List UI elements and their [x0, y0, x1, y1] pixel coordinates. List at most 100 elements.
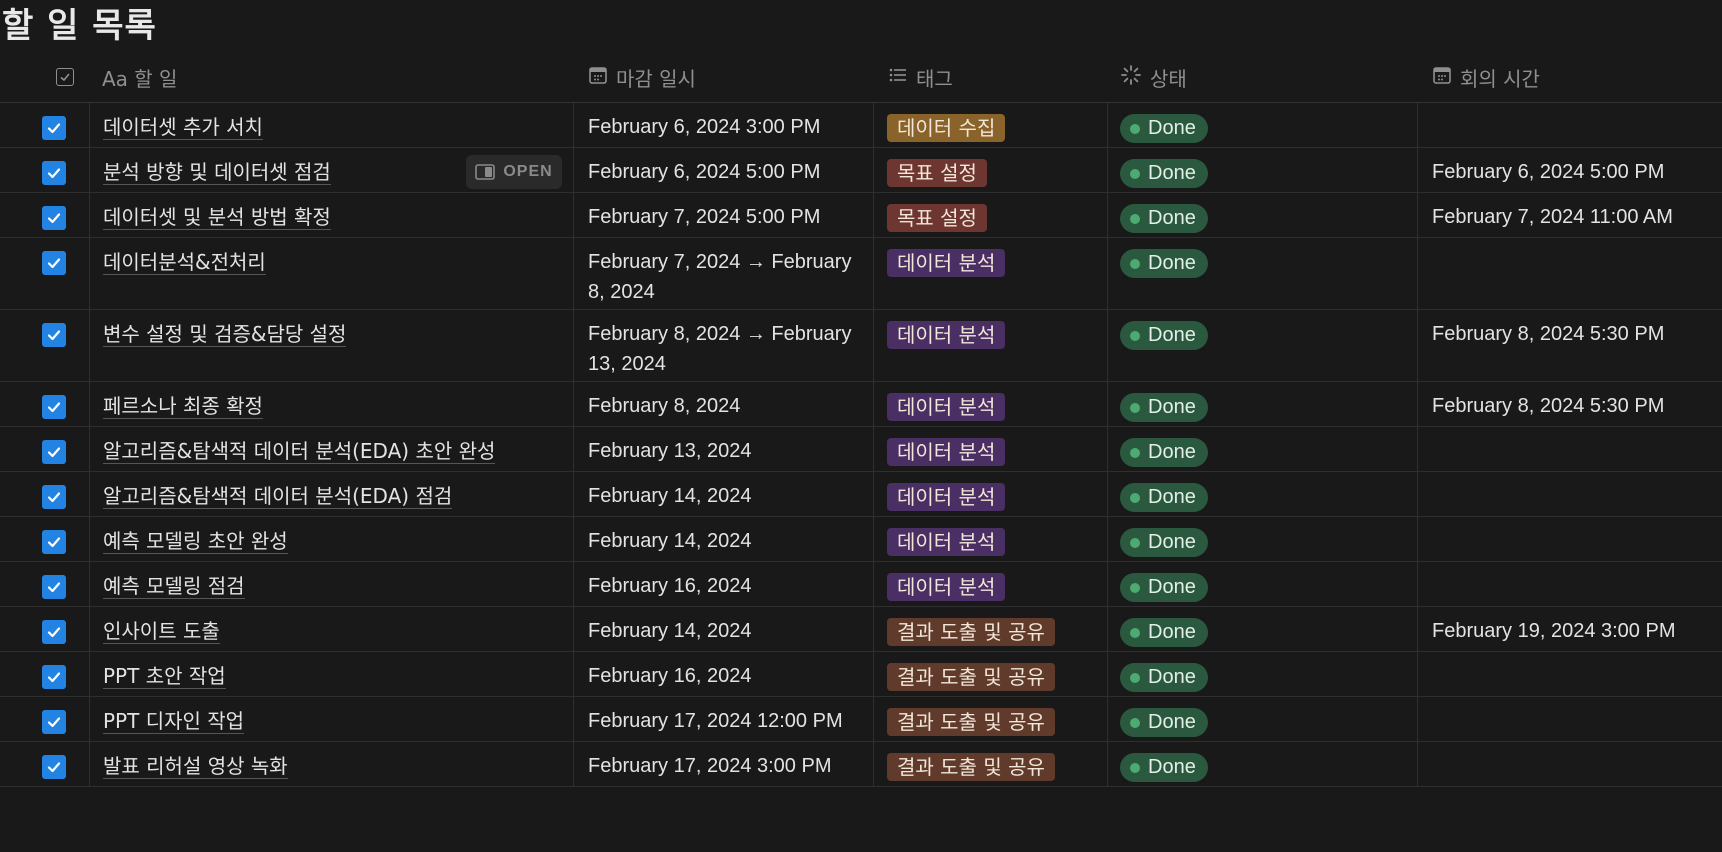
done-checkbox[interactable] [42, 116, 66, 140]
done-checkbox[interactable] [42, 485, 66, 509]
task-name[interactable]: 변수 설정 및 검증&담당 설정 [103, 322, 347, 347]
done-checkbox[interactable] [42, 710, 66, 734]
task-name[interactable]: 발표 리허설 영상 녹화 [103, 754, 288, 779]
task-name[interactable]: 데이터분석&전처리 [103, 250, 266, 275]
task-name[interactable]: 예측 모델링 초안 완성 [103, 529, 288, 554]
header-name[interactable]: Aa 할 일 [90, 52, 574, 102]
task-name[interactable]: 인사이트 도출 [103, 619, 220, 644]
due-date-cell[interactable]: February 13, 2024 [574, 427, 874, 471]
tag-cell[interactable]: 데이터 분석 [874, 472, 1108, 516]
meeting-time-cell[interactable] [1418, 742, 1722, 786]
status-cell[interactable]: Done [1108, 697, 1418, 741]
task-name-cell[interactable]: 예측 모델링 점검 [90, 562, 574, 606]
meeting-time-cell[interactable] [1418, 697, 1722, 741]
status-cell[interactable]: Done [1108, 742, 1418, 786]
done-checkbox[interactable] [42, 440, 66, 464]
tag-cell[interactable]: 데이터 분석 [874, 382, 1108, 426]
meeting-time-cell[interactable]: February 6, 2024 5:00 PM [1418, 148, 1722, 192]
tag-cell[interactable]: 데이터 분석 [874, 310, 1108, 381]
task-name-cell[interactable]: 인사이트 도출 [90, 607, 574, 651]
open-button[interactable]: OPEN [466, 155, 562, 189]
done-checkbox[interactable] [42, 323, 66, 347]
status-cell[interactable]: Done [1108, 562, 1418, 606]
done-checkbox[interactable] [42, 530, 66, 554]
done-checkbox[interactable] [42, 251, 66, 275]
due-date-cell[interactable]: February 14, 2024 [574, 517, 874, 561]
task-name-cell[interactable]: 데이터셋 추가 서치 [90, 103, 574, 147]
task-name-cell[interactable]: PPT 초안 작업 [90, 652, 574, 696]
status-cell[interactable]: Done [1108, 472, 1418, 516]
status-cell[interactable]: Done [1108, 652, 1418, 696]
due-date-cell[interactable]: February 8, 2024 → February 13, 2024 [574, 310, 874, 381]
meeting-time-cell[interactable] [1418, 427, 1722, 471]
meeting-time-cell[interactable] [1418, 562, 1722, 606]
status-cell[interactable]: Done [1108, 517, 1418, 561]
due-date-cell[interactable]: February 6, 2024 5:00 PM [574, 148, 874, 192]
due-date-cell[interactable]: February 7, 2024 → February 8, 2024 [574, 238, 874, 309]
status-cell[interactable]: Done [1108, 382, 1418, 426]
status-cell[interactable]: Done [1108, 310, 1418, 381]
tag-cell[interactable]: 데이터 분석 [874, 427, 1108, 471]
meeting-time-cell[interactable] [1418, 517, 1722, 561]
done-checkbox[interactable] [42, 620, 66, 644]
meeting-time-cell[interactable]: February 7, 2024 11:00 AM [1418, 193, 1722, 237]
done-checkbox[interactable] [42, 161, 66, 185]
due-date-cell[interactable]: February 16, 2024 [574, 562, 874, 606]
task-name-cell[interactable]: 데이터분석&전처리 [90, 238, 574, 309]
task-name[interactable]: PPT 초안 작업 [103, 664, 226, 689]
task-name[interactable]: 알고리즘&탐색적 데이터 분석(EDA) 점검 [103, 484, 453, 509]
tag-cell[interactable]: 결과 도출 및 공유 [874, 652, 1108, 696]
done-checkbox[interactable] [42, 575, 66, 599]
meeting-time-cell[interactable]: February 8, 2024 5:30 PM [1418, 310, 1722, 381]
tag-cell[interactable]: 데이터 수집 [874, 103, 1108, 147]
task-name[interactable]: 페르소나 최종 확정 [103, 394, 263, 419]
meeting-time-cell[interactable] [1418, 472, 1722, 516]
due-date-cell[interactable]: February 16, 2024 [574, 652, 874, 696]
header-tags[interactable]: 태그 [874, 52, 1108, 102]
task-name-cell[interactable]: 알고리즘&탐색적 데이터 분석(EDA) 점검 [90, 472, 574, 516]
meeting-time-cell[interactable]: February 19, 2024 3:00 PM [1418, 607, 1722, 651]
tag-cell[interactable]: 목표 설정 [874, 193, 1108, 237]
meeting-time-cell[interactable] [1418, 238, 1722, 309]
task-name-cell[interactable]: 분석 방향 및 데이터셋 점검 OPEN [90, 148, 574, 192]
meeting-time-cell[interactable]: February 8, 2024 5:30 PM [1418, 382, 1722, 426]
status-cell[interactable]: Done [1108, 103, 1418, 147]
tag-cell[interactable]: 데이터 분석 [874, 238, 1108, 309]
task-name[interactable]: 분석 방향 및 데이터셋 점검 [103, 160, 331, 185]
tag-cell[interactable]: 결과 도출 및 공유 [874, 607, 1108, 651]
due-date-cell[interactable]: February 8, 2024 [574, 382, 874, 426]
task-name-cell[interactable]: PPT 디자인 작업 [90, 697, 574, 741]
task-name-cell[interactable]: 발표 리허설 영상 녹화 [90, 742, 574, 786]
due-date-cell[interactable]: February 6, 2024 3:00 PM [574, 103, 874, 147]
status-cell[interactable]: Done [1108, 148, 1418, 192]
tag-cell[interactable]: 데이터 분석 [874, 517, 1108, 561]
header-status[interactable]: 상태 [1108, 52, 1418, 102]
due-date-cell[interactable]: February 7, 2024 5:00 PM [574, 193, 874, 237]
task-name-cell[interactable]: 변수 설정 및 검증&담당 설정 [90, 310, 574, 381]
meeting-time-cell[interactable] [1418, 103, 1722, 147]
status-cell[interactable]: Done [1108, 238, 1418, 309]
due-date-cell[interactable]: February 14, 2024 [574, 607, 874, 651]
task-name[interactable]: 알고리즘&탐색적 데이터 분석(EDA) 초안 완성 [103, 439, 496, 464]
header-checkbox-cell[interactable] [0, 52, 90, 102]
tag-cell[interactable]: 데이터 분석 [874, 562, 1108, 606]
tag-cell[interactable]: 목표 설정 [874, 148, 1108, 192]
due-date-cell[interactable]: February 17, 2024 12:00 PM [574, 697, 874, 741]
task-name[interactable]: PPT 디자인 작업 [103, 709, 245, 734]
task-name[interactable]: 예측 모델링 점검 [103, 574, 245, 599]
tag-cell[interactable]: 결과 도출 및 공유 [874, 697, 1108, 741]
task-name-cell[interactable]: 알고리즘&탐색적 데이터 분석(EDA) 초안 완성 [90, 427, 574, 471]
task-name-cell[interactable]: 페르소나 최종 확정 [90, 382, 574, 426]
header-due[interactable]: 마감 일시 [574, 52, 874, 102]
task-name-cell[interactable]: 데이터셋 및 분석 방법 확정 [90, 193, 574, 237]
meeting-time-cell[interactable] [1418, 652, 1722, 696]
status-cell[interactable]: Done [1108, 193, 1418, 237]
tag-cell[interactable]: 결과 도출 및 공유 [874, 742, 1108, 786]
done-checkbox[interactable] [42, 755, 66, 779]
task-name[interactable]: 데이터셋 및 분석 방법 확정 [103, 205, 331, 230]
due-date-cell[interactable]: February 14, 2024 [574, 472, 874, 516]
done-checkbox[interactable] [42, 395, 66, 419]
status-cell[interactable]: Done [1108, 427, 1418, 471]
done-checkbox[interactable] [42, 665, 66, 689]
header-meeting[interactable]: 회의 시간 [1418, 52, 1722, 102]
